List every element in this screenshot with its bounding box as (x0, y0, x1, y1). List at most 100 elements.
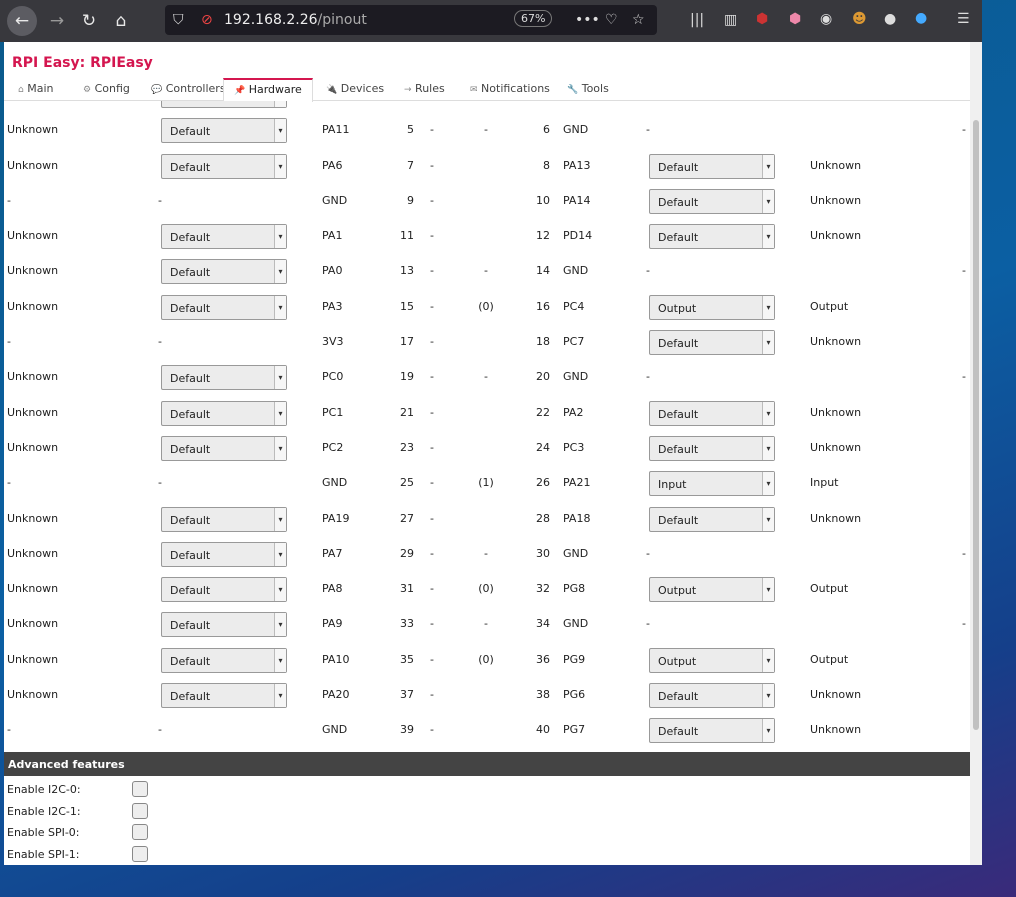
table-row-partial (4, 101, 970, 113)
tab-main[interactable]: ⌂ Main (18, 82, 53, 95)
right-mode-select[interactable]: Default (649, 435, 775, 461)
right-mode-select[interactable]: Default (649, 718, 775, 744)
left-mode-select[interactable]: Default (161, 541, 287, 567)
left-value: - (430, 688, 434, 702)
right-pin-name: GND (563, 264, 589, 278)
right-pin-name: PA2 (563, 405, 584, 419)
left-mode-select[interactable]: Default (161, 683, 287, 709)
right-mode-select[interactable]: Default (649, 330, 775, 356)
left-mode-select[interactable]: Default (161, 224, 287, 250)
right-status: Unknown (810, 405, 862, 419)
left-mode-select[interactable]: Default (161, 259, 287, 285)
account-icon[interactable]: ◉ (820, 11, 832, 27)
right-mode-select[interactable]: Default (649, 188, 775, 214)
left-value: - (430, 546, 434, 560)
tab-rules[interactable]: → Rules (404, 82, 445, 95)
right-mode-select[interactable]: Default (649, 153, 775, 179)
right-mode-select[interactable]: Default (649, 400, 775, 426)
right-status: Unknown (810, 723, 862, 737)
right-mode-select[interactable]: Default (649, 506, 775, 532)
left-pin-name: PC1 (322, 405, 344, 419)
option-checkbox[interactable] (132, 824, 148, 840)
left-status: Unknown (7, 546, 59, 560)
ublock-icon[interactable]: ⬢ (756, 11, 768, 27)
bookmark-star-icon[interactable]: ☆ (632, 12, 645, 28)
left-pin-name: PA11 (322, 123, 350, 137)
forward-button[interactable]: → (42, 6, 72, 36)
scrollbar[interactable] (970, 42, 982, 865)
tab-devices[interactable]: 🔌 Devices (326, 82, 384, 95)
left-mode-select[interactable]: Default (161, 153, 287, 179)
left-mode-select[interactable]: Default (161, 365, 287, 391)
scrollbar-thumb[interactable] (973, 120, 979, 730)
menu-icon[interactable]: ☰ (957, 11, 970, 27)
right-mode-select[interactable]: Default (649, 224, 775, 250)
left-mode-select[interactable]: Default (161, 294, 287, 320)
option-checkbox[interactable] (132, 845, 148, 862)
left-pin-name: GND (322, 476, 348, 490)
chat-bubble-icon[interactable]: ● (915, 10, 927, 26)
left-pin-name: PA20 (322, 688, 350, 702)
right-pin-name: GND (563, 370, 589, 384)
sidebar-icon[interactable]: ▥ (724, 12, 737, 28)
left-pin-number: 31 (400, 582, 414, 596)
left-mode: - (158, 476, 162, 490)
library-icon[interactable]: ||| (690, 12, 704, 28)
right-mode: - (646, 546, 650, 560)
left-pin-name: PC0 (322, 370, 344, 384)
left-pin-name: PA7 (322, 546, 343, 560)
left-mode-select[interactable]: Default (161, 118, 287, 144)
tab-tools[interactable]: 🔧 Tools (567, 82, 609, 95)
right-mode-select[interactable]: Default (649, 683, 775, 709)
zoom-level[interactable]: 67% (514, 10, 553, 27)
left-pin-name: PA8 (322, 582, 343, 596)
left-mode-select[interactable]: Default (161, 612, 287, 638)
left-pin-name: PA6 (322, 158, 343, 172)
left-value: - (430, 335, 434, 349)
tab-icon: → (404, 85, 412, 95)
option-checkbox[interactable] (132, 802, 148, 819)
left-status: - (7, 335, 11, 349)
right-mode-select[interactable]: Input (649, 471, 775, 497)
mode-select[interactable] (161, 101, 287, 108)
left-mode-select[interactable]: Default (161, 435, 287, 461)
left-status: Unknown (7, 370, 59, 384)
table-row: Unknown Default PA20 37 - 38 PG6 Default Unknown (4, 678, 970, 713)
left-pin-number: 19 (400, 370, 414, 384)
table-row: Unknown Default PA11 5 - - 6 GND - - (4, 113, 970, 148)
left-pin-number: 27 (400, 511, 414, 525)
extension-balls-icon[interactable]: ● (884, 11, 896, 27)
right-mode-select[interactable]: Output (649, 647, 775, 673)
home-button[interactable]: ⌂ (106, 6, 136, 36)
url-bar[interactable]: ⛉ ⊘ 192.168.2.26/pinout 67% ••• ♡ ☆ (165, 5, 657, 35)
left-mode-select[interactable]: Default (161, 647, 287, 673)
monkey-icon[interactable]: ☻ (852, 11, 867, 27)
right-pin-name: PC3 (563, 440, 585, 454)
tab-config[interactable]: ⚙ Config (83, 82, 130, 95)
more-icon[interactable]: ••• (575, 12, 600, 28)
tab-label: Config (94, 82, 130, 95)
left-value: - (430, 476, 434, 490)
extension-d-icon[interactable]: ⬢ (789, 11, 801, 27)
right-mode-select[interactable]: Output (649, 294, 775, 320)
tab-hardware[interactable]: 📌 Hardware (223, 78, 313, 102)
right-pin-number: 24 (536, 440, 550, 454)
left-mode-select[interactable]: Default (161, 577, 287, 603)
tab-notifications[interactable]: ✉ Notifications (470, 82, 550, 95)
left-status: - (7, 193, 11, 207)
right-value: - (484, 264, 488, 278)
left-value: - (430, 158, 434, 172)
reload-button[interactable]: ↻ (74, 6, 104, 36)
right-mode-select[interactable]: Output (649, 577, 775, 603)
tab-controllers[interactable]: 💬 Controllers (151, 82, 226, 95)
right-pin-number: 30 (536, 546, 550, 560)
back-button[interactable]: ← (7, 6, 37, 36)
tab-icon: ⚙ (83, 85, 92, 95)
right-mode: - (646, 264, 650, 278)
option-checkbox[interactable] (132, 781, 148, 797)
pocket-icon[interactable]: ♡ (605, 12, 618, 28)
table-row: - - GND 39 - 40 PG7 Default Unknown (4, 713, 970, 748)
left-mode-select[interactable]: Default (161, 506, 287, 532)
table-row: Unknown Default PA9 33 - - 34 GND - - (4, 607, 970, 642)
left-mode-select[interactable]: Default (161, 400, 287, 426)
